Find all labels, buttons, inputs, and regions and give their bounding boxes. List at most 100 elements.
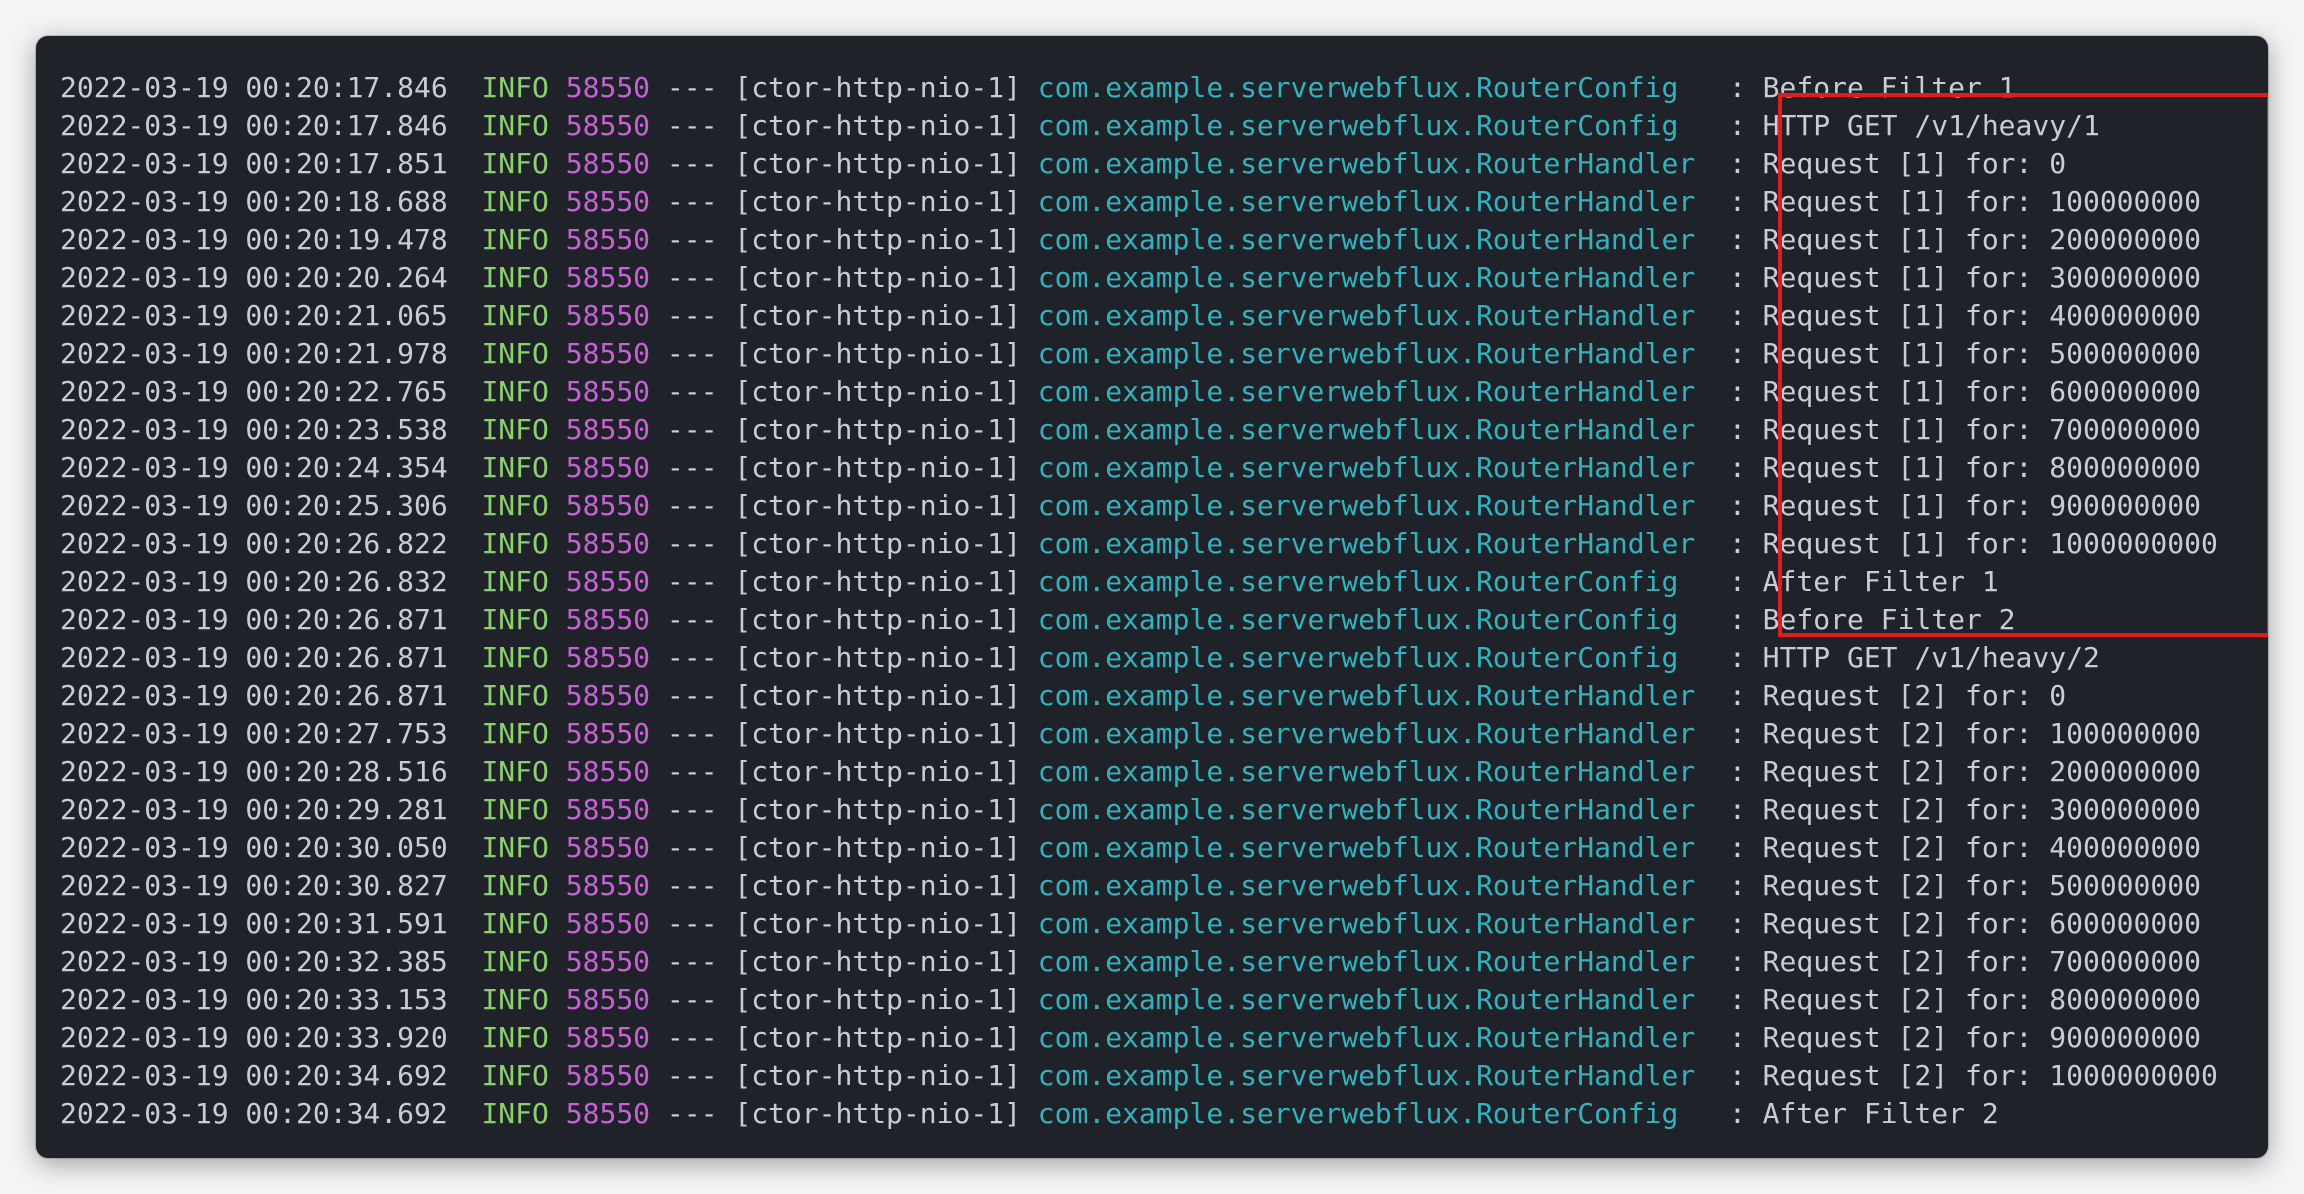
thread-name: [ctor-http-nio-1] <box>734 717 1021 750</box>
process-id: 58550 <box>565 1021 651 1054</box>
timestamp: 2022-03-19 00:20:26.871 <box>60 679 448 712</box>
separator: --- <box>666 413 718 446</box>
thread-name: [ctor-http-nio-1] <box>734 831 1021 864</box>
log-line: 2022-03-19 00:20:31.591 INFO 58550 --- [… <box>60 905 2218 943</box>
log-level: INFO <box>481 1021 549 1054</box>
separator: --- <box>666 489 718 522</box>
separator: --- <box>666 185 718 218</box>
timestamp: 2022-03-19 00:20:24.354 <box>60 451 448 484</box>
log-level: INFO <box>481 451 549 484</box>
separator: --- <box>666 831 718 864</box>
log-message: : Request [1] for: 700000000 <box>1728 413 2201 446</box>
logger-name: com.example.serverwebflux.RouterHandler <box>1037 299 1696 332</box>
separator: --- <box>666 869 718 902</box>
process-id: 58550 <box>565 565 651 598</box>
separator: --- <box>666 375 718 408</box>
process-id: 58550 <box>565 945 651 978</box>
timestamp: 2022-03-19 00:20:29.281 <box>60 793 448 826</box>
process-id: 58550 <box>565 223 651 256</box>
logger-name: com.example.serverwebflux.RouterHandler <box>1037 185 1696 218</box>
log-level: INFO <box>481 679 549 712</box>
logger-name: com.example.serverwebflux.RouterHandler <box>1037 413 1696 446</box>
separator: --- <box>666 565 718 598</box>
separator: --- <box>666 755 718 788</box>
timestamp: 2022-03-19 00:20:27.753 <box>60 717 448 750</box>
separator: --- <box>666 717 718 750</box>
logger-name: com.example.serverwebflux.RouterHandler <box>1037 869 1696 902</box>
separator: --- <box>666 641 718 674</box>
logger-name: com.example.serverwebflux.RouterHandler <box>1037 793 1696 826</box>
process-id: 58550 <box>565 147 651 180</box>
timestamp: 2022-03-19 00:20:25.306 <box>60 489 448 522</box>
log-message: : After Filter 2 <box>1728 1097 1999 1130</box>
separator: --- <box>666 1021 718 1054</box>
log-line: 2022-03-19 00:20:22.765 INFO 58550 --- [… <box>60 373 2218 411</box>
separator: --- <box>666 603 718 636</box>
log-message: : Before Filter 2 <box>1728 603 2016 636</box>
logger-name: com.example.serverwebflux.RouterHandler <box>1037 1059 1696 1092</box>
separator: --- <box>666 793 718 826</box>
log-level: INFO <box>481 603 549 636</box>
log-output: 2022-03-19 00:20:17.846 INFO 58550 --- [… <box>60 69 2218 1133</box>
log-line: 2022-03-19 00:20:34.692 INFO 58550 --- [… <box>60 1057 2218 1095</box>
separator: --- <box>666 1097 718 1130</box>
log-line: 2022-03-19 00:20:17.851 INFO 58550 --- [… <box>60 145 2218 183</box>
thread-name: [ctor-http-nio-1] <box>734 679 1021 712</box>
thread-name: [ctor-http-nio-1] <box>734 527 1021 560</box>
thread-name: [ctor-http-nio-1] <box>734 299 1021 332</box>
log-message: : Request [1] for: 200000000 <box>1728 223 2201 256</box>
terminal-window: 2022-03-19 00:20:17.846 INFO 58550 --- [… <box>36 36 2268 1158</box>
log-line: 2022-03-19 00:20:21.978 INFO 58550 --- [… <box>60 335 2218 373</box>
log-level: INFO <box>481 147 549 180</box>
thread-name: [ctor-http-nio-1] <box>734 71 1021 104</box>
process-id: 58550 <box>565 489 651 522</box>
timestamp: 2022-03-19 00:20:26.822 <box>60 527 448 560</box>
log-line: 2022-03-19 00:20:26.832 INFO 58550 --- [… <box>60 563 2218 601</box>
timestamp: 2022-03-19 00:20:30.827 <box>60 869 448 902</box>
process-id: 58550 <box>565 641 651 674</box>
log-level: INFO <box>481 413 549 446</box>
separator: --- <box>666 109 718 142</box>
log-message: : Before Filter 1 <box>1728 71 2016 104</box>
process-id: 58550 <box>565 907 651 940</box>
log-line: 2022-03-19 00:20:30.050 INFO 58550 --- [… <box>60 829 2218 867</box>
thread-name: [ctor-http-nio-1] <box>734 489 1021 522</box>
process-id: 58550 <box>565 603 651 636</box>
log-message: : Request [1] for: 500000000 <box>1728 337 2201 370</box>
log-line: 2022-03-19 00:20:24.354 INFO 58550 --- [… <box>60 449 2218 487</box>
timestamp: 2022-03-19 00:20:26.871 <box>60 641 448 674</box>
separator: --- <box>666 451 718 484</box>
log-line: 2022-03-19 00:20:30.827 INFO 58550 --- [… <box>60 867 2218 905</box>
log-message: : Request [2] for: 1000000000 <box>1728 1059 2218 1092</box>
timestamp: 2022-03-19 00:20:21.978 <box>60 337 448 370</box>
timestamp: 2022-03-19 00:20:17.846 <box>60 109 448 142</box>
process-id: 58550 <box>565 71 651 104</box>
thread-name: [ctor-http-nio-1] <box>734 565 1021 598</box>
log-level: INFO <box>481 527 549 560</box>
thread-name: [ctor-http-nio-1] <box>734 755 1021 788</box>
logger-name: com.example.serverwebflux.RouterHandler <box>1037 489 1696 522</box>
thread-name: [ctor-http-nio-1] <box>734 375 1021 408</box>
thread-name: [ctor-http-nio-1] <box>734 869 1021 902</box>
logger-name: com.example.serverwebflux.RouterHandler <box>1037 337 1696 370</box>
separator: --- <box>666 945 718 978</box>
timestamp: 2022-03-19 00:20:23.538 <box>60 413 448 446</box>
log-level: INFO <box>481 261 549 294</box>
process-id: 58550 <box>565 413 651 446</box>
thread-name: [ctor-http-nio-1] <box>734 793 1021 826</box>
log-message: : HTTP GET /v1/heavy/1 <box>1728 109 2100 142</box>
thread-name: [ctor-http-nio-1] <box>734 983 1021 1016</box>
process-id: 58550 <box>565 375 651 408</box>
timestamp: 2022-03-19 00:20:17.851 <box>60 147 448 180</box>
separator: --- <box>666 527 718 560</box>
timestamp: 2022-03-19 00:20:20.264 <box>60 261 448 294</box>
log-message: : Request [2] for: 600000000 <box>1728 907 2201 940</box>
log-line: 2022-03-19 00:20:27.753 INFO 58550 --- [… <box>60 715 2218 753</box>
logger-name: com.example.serverwebflux.RouterConfig <box>1037 109 1696 142</box>
log-level: INFO <box>481 489 549 522</box>
log-line: 2022-03-19 00:20:33.920 INFO 58550 --- [… <box>60 1019 2218 1057</box>
thread-name: [ctor-http-nio-1] <box>734 223 1021 256</box>
log-line: 2022-03-19 00:20:19.478 INFO 58550 --- [… <box>60 221 2218 259</box>
log-message: : Request [1] for: 800000000 <box>1728 451 2201 484</box>
thread-name: [ctor-http-nio-1] <box>734 945 1021 978</box>
